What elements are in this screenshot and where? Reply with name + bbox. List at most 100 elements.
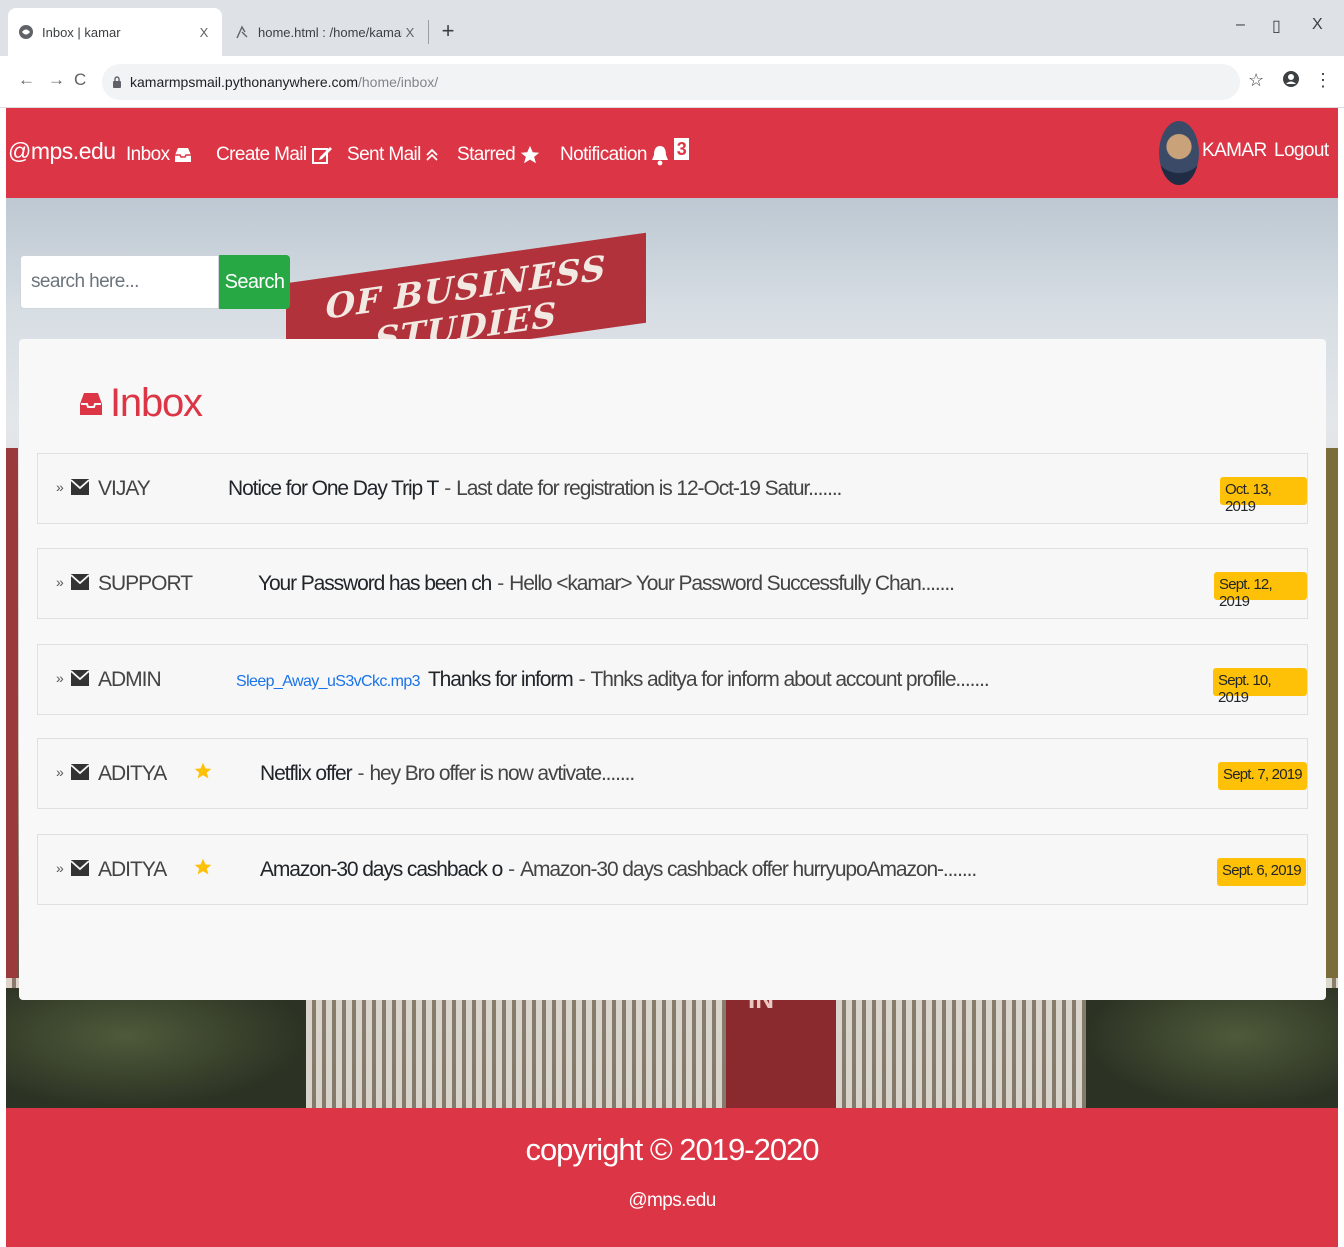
mail-subject: Thanks for inform bbox=[427, 668, 574, 691]
nav-inbox[interactable]: Inbox bbox=[126, 144, 193, 166]
forward-icon[interactable]: → bbox=[48, 70, 65, 90]
mail-row[interactable]: » VIJAY Notice for One Day Trip T - Last d… bbox=[37, 453, 1308, 524]
logout-link[interactable]: Logout bbox=[1274, 140, 1329, 162]
mail-subject: Netflix offer bbox=[260, 762, 353, 785]
mail-message[interactable]: Amazon-30 days cashback o - Amazon-30 days… bbox=[260, 858, 977, 882]
footer-copyright: copyright © 2019-2020 bbox=[525, 1132, 819, 1167]
pole-left bbox=[6, 448, 18, 998]
user-name[interactable]: KAMAR bbox=[1202, 140, 1267, 162]
mail-date-badge: Oct. 13, 2019 bbox=[1220, 477, 1307, 515]
chevron-double-down-icon[interactable]: » bbox=[56, 764, 64, 780]
chevron-double-up-icon bbox=[425, 147, 439, 163]
mail-sender: SUPPORT bbox=[98, 572, 193, 595]
back-icon[interactable]: ← bbox=[18, 70, 35, 90]
mail-row[interactable]: » SUPPORT Your Password has been ch - Hell… bbox=[37, 548, 1308, 619]
mail-subject: Amazon-30 days cashback o bbox=[260, 858, 503, 881]
account-icon[interactable] bbox=[1282, 70, 1300, 93]
chevron-double-down-icon[interactable]: » bbox=[56, 574, 64, 590]
footer-brand: @mps.edu bbox=[628, 1190, 716, 1211]
new-tab-button[interactable]: + bbox=[436, 18, 460, 46]
inbox-heading: Inbox bbox=[78, 381, 203, 426]
search-input[interactable] bbox=[20, 255, 219, 309]
url-path: /home/inbox/ bbox=[357, 74, 439, 90]
maximize-icon[interactable]: ▯ bbox=[1272, 16, 1281, 36]
mail-preview: hey Bro offer is now avtivate....... bbox=[369, 762, 635, 785]
mail-subject: Your Password has been ch bbox=[258, 572, 492, 595]
star-icon[interactable] bbox=[193, 857, 213, 882]
star-icon[interactable] bbox=[193, 761, 213, 786]
tab-close-icon[interactable]: X bbox=[402, 25, 418, 40]
mail-message[interactable]: Sleep_Away_uS3vCkc.mp3 Thanks for inform -… bbox=[236, 668, 990, 692]
envelope-icon bbox=[70, 478, 90, 501]
chevron-double-down-icon[interactable]: » bbox=[56, 860, 64, 876]
star-icon[interactable]: ☆ bbox=[1248, 70, 1264, 91]
mail-preview: Hello <kamar> Your Password Successfully… bbox=[509, 572, 955, 595]
site-navbar: @mps.edu Inbox Create Mail Sent Mail Sta… bbox=[6, 108, 1338, 198]
nav-label: Inbox bbox=[126, 144, 170, 165]
reload-icon[interactable]: C bbox=[74, 70, 86, 90]
minimize-icon[interactable]: – bbox=[1236, 16, 1245, 34]
inbox-icon bbox=[173, 146, 193, 164]
mail-row[interactable]: » ADITYA Netflix offer - hey Bro offer is … bbox=[37, 738, 1308, 809]
python-icon bbox=[234, 24, 250, 40]
mail-message[interactable]: Netflix offer - hey Bro offer is now avtiv… bbox=[260, 762, 635, 786]
tab-title: home.html : /home/kamarmpsm bbox=[258, 24, 402, 40]
mail-date-badge: Sept. 7, 2019 bbox=[1218, 762, 1307, 790]
mail-sender: VIJAY bbox=[98, 477, 151, 500]
mail-preview: Last date for registration is 12-Oct-19 … bbox=[456, 477, 842, 500]
mail-date-badge: Sept. 6, 2019 bbox=[1217, 858, 1306, 886]
nav-label: Sent Mail bbox=[347, 144, 421, 165]
inbox-icon bbox=[80, 392, 102, 415]
nav-sent-mail[interactable]: Sent Mail bbox=[347, 144, 439, 166]
attachment-link[interactable]: Sleep_Away_uS3vCkc.mp3 bbox=[236, 673, 421, 691]
url-host: kamarmpsmail.pythonanywhere.com bbox=[130, 74, 358, 90]
chevron-double-down-icon[interactable]: » bbox=[56, 670, 64, 686]
edit-icon bbox=[311, 144, 333, 166]
tab-separator bbox=[428, 20, 429, 44]
nav-label: Notification bbox=[560, 144, 647, 165]
star-icon bbox=[519, 144, 541, 166]
search-button[interactable]: Search bbox=[219, 255, 290, 309]
mail-sender: ADITYA bbox=[98, 762, 167, 785]
site-brand[interactable]: @mps.edu bbox=[8, 138, 116, 165]
menu-icon[interactable]: ⋮ bbox=[1314, 70, 1332, 91]
tab-close-icon[interactable]: X bbox=[196, 25, 212, 40]
browser-tab-home[interactable]: home.html : /home/kamarmpsm X bbox=[226, 8, 426, 56]
trees-left bbox=[6, 988, 306, 1108]
mail-preview: Amazon-30 days cashback offer hurryupoAm… bbox=[520, 858, 977, 881]
trees-right bbox=[1086, 988, 1338, 1108]
nav-notification[interactable]: Notification 3 bbox=[560, 138, 690, 166]
chevron-double-down-icon[interactable]: » bbox=[56, 479, 64, 495]
globe-icon bbox=[18, 24, 34, 40]
nav-label: Create Mail bbox=[216, 144, 307, 165]
lock-icon bbox=[112, 76, 122, 88]
envelope-icon bbox=[70, 763, 90, 786]
mail-preview: Thnks aditya for inform about account pr… bbox=[590, 668, 990, 691]
browser-tab-inbox[interactable]: Inbox | kamar X bbox=[8, 8, 222, 56]
notification-badge: 3 bbox=[673, 138, 690, 160]
site-footer: copyright © 2019-2020 @mps.edu bbox=[6, 1108, 1338, 1247]
mail-row[interactable]: » ADITYA Amazon-30 days cashback o - Amazo… bbox=[37, 834, 1308, 905]
mail-separator: - bbox=[578, 668, 586, 691]
mail-date-badge: Sept. 10, 2019 bbox=[1213, 668, 1307, 706]
nav-create-mail[interactable]: Create Mail bbox=[216, 144, 333, 166]
inbox-card: Inbox » VIJAY Notice for One Day Trip T-… bbox=[19, 339, 1326, 1000]
mail-separator: - bbox=[497, 572, 504, 595]
tab-title: Inbox | kamar bbox=[42, 24, 121, 40]
avatar[interactable] bbox=[1159, 121, 1199, 185]
envelope-icon bbox=[70, 859, 90, 882]
mail-message[interactable]: Notice for One Day Trip T - Last date for … bbox=[228, 477, 842, 501]
nav-starred[interactable]: Starred bbox=[457, 144, 541, 166]
envelope-icon bbox=[70, 669, 90, 692]
browser-toolbar: ← → C kamarmpsmail.pythonanywhere.com/ho… bbox=[0, 56, 1344, 108]
mail-subject: Notice for One Day Trip T bbox=[228, 477, 439, 500]
mail-message[interactable]: Your Password has been ch - Hello <kamar> … bbox=[258, 572, 955, 596]
mail-sender: ADMIN bbox=[98, 668, 162, 691]
address-bar[interactable]: kamarmpsmail.pythonanywhere.com/home/inb… bbox=[102, 64, 1240, 100]
nav-label: Starred bbox=[457, 144, 516, 165]
window-close-icon[interactable]: X bbox=[1312, 16, 1323, 34]
mail-date-badge: Sept. 12, 2019 bbox=[1214, 572, 1307, 610]
envelope-icon bbox=[70, 573, 90, 596]
mail-row[interactable]: » ADMIN Sleep_Away_uS3vCkc.mp3 Thanks for… bbox=[37, 644, 1308, 715]
inbox-title: Inbox bbox=[110, 381, 203, 425]
